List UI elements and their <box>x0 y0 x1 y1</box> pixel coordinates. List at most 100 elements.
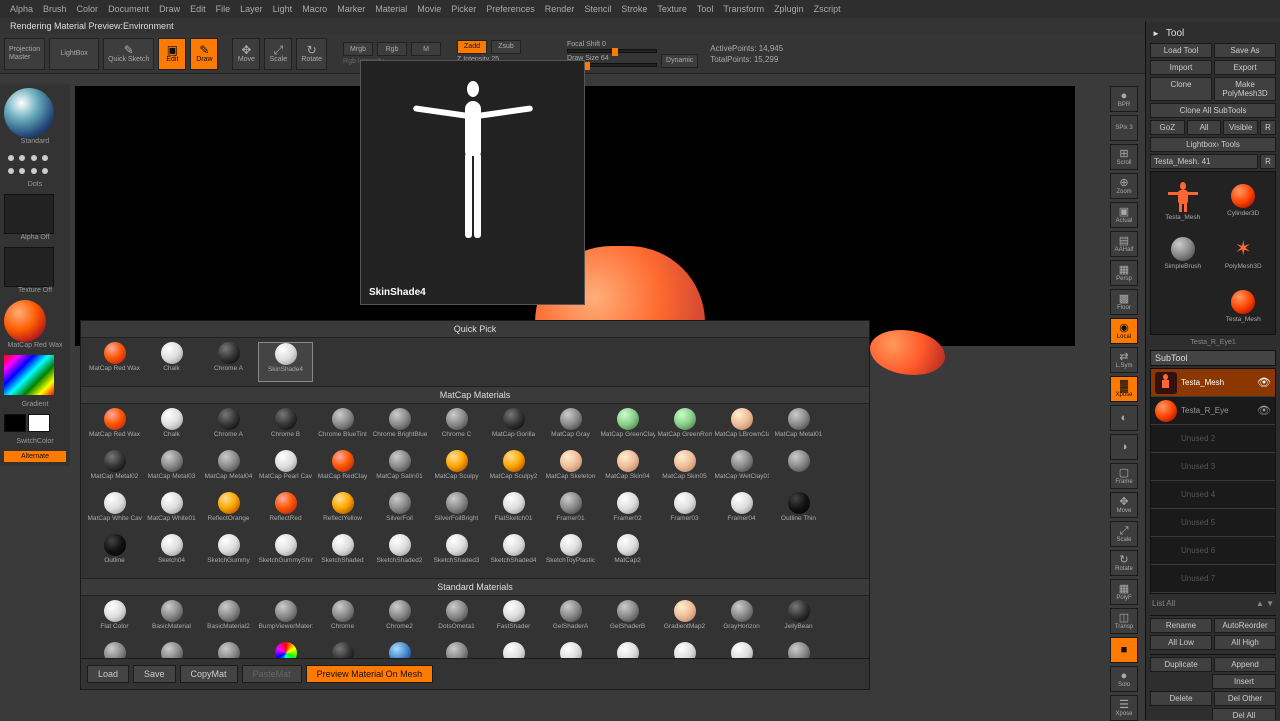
del-all-button[interactable]: Del All <box>1212 708 1276 720</box>
material-matcap-wetclay01[interactable]: MatCap WetClay01 <box>714 450 769 490</box>
material-fastshader[interactable]: FastShader <box>486 600 541 640</box>
material-matcap-greenrom[interactable]: MatCap GreenRom <box>657 408 712 448</box>
menu-zscript[interactable]: Zscript <box>814 4 841 14</box>
shelf-◑[interactable]: ◑ <box>1110 434 1138 460</box>
material-chrome-c[interactable]: Chrome C <box>429 408 484 448</box>
shelf-scale[interactable]: ⤢Scale <box>1110 521 1138 547</box>
projection-master-button[interactable]: Projection Master <box>4 38 45 70</box>
material-chrome[interactable]: Chrome <box>315 600 370 640</box>
material-reflectred[interactable]: ReflectRed <box>258 492 313 532</box>
shelf-actual[interactable]: ▣Actual <box>1110 202 1138 228</box>
rotate-button[interactable]: ↻Rotate <box>296 38 327 70</box>
menu-picker[interactable]: Picker <box>451 4 476 14</box>
subtool-testa_r_eye[interactable]: Testa_R_Eye👁 <box>1151 397 1275 425</box>
material-matcap2[interactable]: MatCap2 <box>600 534 655 574</box>
menu-render[interactable]: Render <box>545 4 575 14</box>
material-matcap-pearl-cav[interactable]: MatCap Pearl Cav <box>258 450 313 490</box>
color-picker[interactable] <box>4 355 66 395</box>
tool-thumb-polymesh3d[interactable]: ✶PolyMesh3D <box>1215 228 1273 278</box>
shelf-◐[interactable]: ◐ <box>1110 405 1138 431</box>
material-reflectedplastic[interactable]: ReflectedPlastic <box>486 642 541 658</box>
shelf-aahalf[interactable]: ▤AAHalf <box>1110 231 1138 257</box>
material-matcap-skin04[interactable]: MatCap Skin04 <box>600 450 655 490</box>
material-sphericalintensity[interactable]: SphericalIntensity <box>714 642 769 658</box>
texture-selector[interactable]: Texture Off <box>4 247 66 294</box>
material-gelshaderb[interactable]: GelShaderB <box>600 600 655 640</box>
focal-shift-slider[interactable]: Focal Shift 0 <box>567 41 657 53</box>
shelf-frame[interactable]: ▢Frame <box>1110 463 1138 489</box>
material-chrome2[interactable]: Chrome2 <box>372 600 427 640</box>
material-basicmaterial2[interactable]: BasicMaterial2 <box>201 600 256 640</box>
dynamic-button[interactable]: Dynamic <box>661 54 698 68</box>
material-metalo1[interactable]: MetalO1 <box>144 642 199 658</box>
material-grayhorizon[interactable]: GrayHorizon <box>714 600 769 640</box>
edit-button[interactable]: ▣Edit <box>158 38 186 70</box>
material-silverfoil[interactable]: SilverFoil <box>372 492 427 532</box>
material-matcap-metal01[interactable]: MatCap Metal01 <box>771 408 826 448</box>
subtool-unused-5[interactable]: Unused 5 <box>1151 509 1275 537</box>
material-matcap-greenclay[interactable]: MatCap GreenClay <box>600 408 655 448</box>
shelf-local[interactable]: ◉Local <box>1110 318 1138 344</box>
menu-material[interactable]: Material <box>375 4 407 14</box>
material-matcap-metal02[interactable]: MatCap Metal02 <box>87 450 142 490</box>
rename-button[interactable]: Rename <box>1150 618 1212 633</box>
menu-zplugin[interactable]: Zplugin <box>774 4 804 14</box>
autoreorder-button[interactable]: AutoReorder <box>1214 618 1276 633</box>
subtool-unused-6[interactable]: Unused 6 <box>1151 537 1275 565</box>
material-sketchgummy[interactable]: SketchGummy <box>201 534 256 574</box>
material-skinshade4[interactable]: SkinShade4 <box>600 642 655 658</box>
copy-material-button[interactable]: CopyMat <box>180 665 238 683</box>
material-sketch04[interactable]: Sketch04 <box>144 534 199 574</box>
eye-icon[interactable]: 👁 <box>1257 404 1271 417</box>
tool-thumb-empty[interactable] <box>1154 281 1212 331</box>
shelf-scroll[interactable]: ⊞Scroll <box>1110 144 1138 170</box>
material-gelshadera[interactable]: GelShaderA <box>543 600 598 640</box>
material-matcap-sculpy2[interactable]: MatCap Sculpy2 <box>486 450 541 490</box>
all-low-button[interactable]: All Low <box>1150 635 1212 650</box>
shelf-spix 3[interactable]: SPix 3 <box>1110 115 1138 141</box>
m-button[interactable]: M <box>411 42 441 56</box>
material-softplastic[interactable]: SoftPlastic <box>657 642 712 658</box>
material-metal-01[interactable]: Metal 01 <box>87 642 142 658</box>
material-sketchshaded3[interactable]: SketchShaded3 <box>429 534 484 574</box>
menu-color[interactable]: Color <box>77 4 99 14</box>
menu-file[interactable]: File <box>216 4 231 14</box>
material-reflectedmap2[interactable]: ReflectedMap2 <box>429 642 484 658</box>
material-matcap-metal04[interactable]: MatCap Metal04 <box>201 450 256 490</box>
goz-all-button[interactable]: All <box>1187 120 1222 135</box>
material-outline-thin[interactable]: Outline Thin <box>771 492 826 532</box>
draw-button[interactable]: ✎Draw <box>190 38 218 70</box>
shelf-transp[interactable]: ◫Transp <box>1110 608 1138 634</box>
material-chrome-brightblue[interactable]: Chrome BrightBlue <box>372 408 427 448</box>
menu-texture[interactable]: Texture <box>657 4 687 14</box>
material-framer04[interactable]: Framer04 <box>714 492 769 532</box>
menu-layer[interactable]: Layer <box>240 4 263 14</box>
import-button[interactable]: Import <box>1150 60 1212 75</box>
material-matcap-skeleton[interactable]: MatCap Skeleton <box>543 450 598 490</box>
insert-button[interactable]: Insert <box>1212 674 1276 689</box>
material-framer03[interactable]: Framer03 <box>657 492 712 532</box>
shelf-xpose[interactable]: ▓Xpose <box>1110 376 1138 402</box>
material-jellybean[interactable]: JellyBean <box>771 600 826 640</box>
menu-brush[interactable]: Brush <box>43 4 67 14</box>
preview-on-mesh-button[interactable]: Preview Material On Mesh <box>306 665 434 683</box>
material-matcap-gorilla[interactable]: MatCap Gorilla <box>486 408 541 448</box>
mrgb-button[interactable]: Mrgb <box>343 42 373 56</box>
menu-marker[interactable]: Marker <box>337 4 365 14</box>
material-dotsometa1[interactable]: DotsOmeta1 <box>429 600 484 640</box>
color-swatches[interactable] <box>4 414 66 432</box>
material-reflectedfoil[interactable]: ReflectedFoil <box>315 642 370 658</box>
switchcolor-button[interactable]: SwitchColor <box>4 438 66 445</box>
menu-stencil[interactable]: Stencil <box>584 4 611 14</box>
shelf-rotate[interactable]: ↻Rotate <box>1110 550 1138 576</box>
subtool-unused-4[interactable]: Unused 4 <box>1151 481 1275 509</box>
material-framer02[interactable]: Framer02 <box>600 492 655 532</box>
material-chrome-a[interactable]: Chrome A <box>201 408 256 448</box>
shelf-l.sym[interactable]: ⇄L.Sym <box>1110 347 1138 373</box>
goz-r-button[interactable]: R <box>1260 120 1276 135</box>
save-material-button[interactable]: Save <box>133 665 176 683</box>
load-tool-button[interactable]: Load Tool <box>1150 43 1212 58</box>
tool-r-button[interactable]: R <box>1260 154 1276 169</box>
material-chalk[interactable]: Chalk <box>144 408 199 448</box>
subtool-unused-7[interactable]: Unused 7 <box>1151 565 1275 593</box>
